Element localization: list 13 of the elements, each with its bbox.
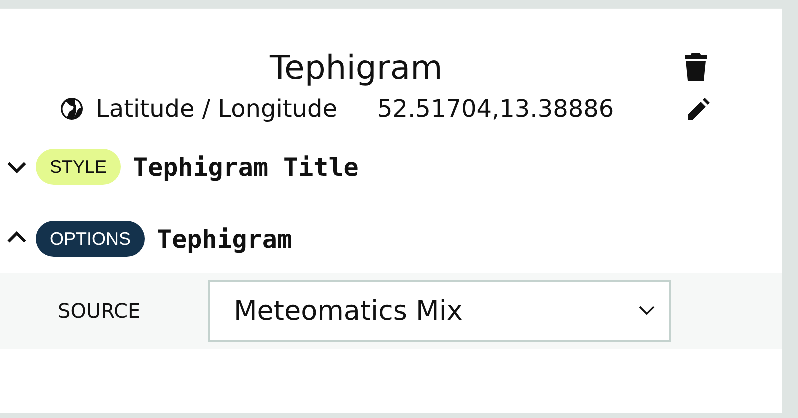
- source-select[interactable]: Meteomatics Mix: [208, 280, 671, 342]
- section-badge: OPTIONS: [36, 221, 146, 257]
- section-badge: STYLE: [36, 149, 122, 185]
- location-value: 52.51704,13.38886: [378, 95, 614, 123]
- panel-title: Tephigram: [270, 48, 443, 86]
- field-label: SOURCE: [57, 299, 142, 323]
- dropdown-caret-icon: [639, 306, 655, 316]
- globe-icon: [60, 97, 84, 121]
- section-title: Tephigram Title: [133, 152, 359, 182]
- section-title: Tephigram: [157, 224, 292, 254]
- location-label: Latitude / Longitude: [96, 95, 338, 123]
- delete-icon[interactable]: [684, 53, 708, 81]
- edit-icon[interactable]: [688, 98, 710, 120]
